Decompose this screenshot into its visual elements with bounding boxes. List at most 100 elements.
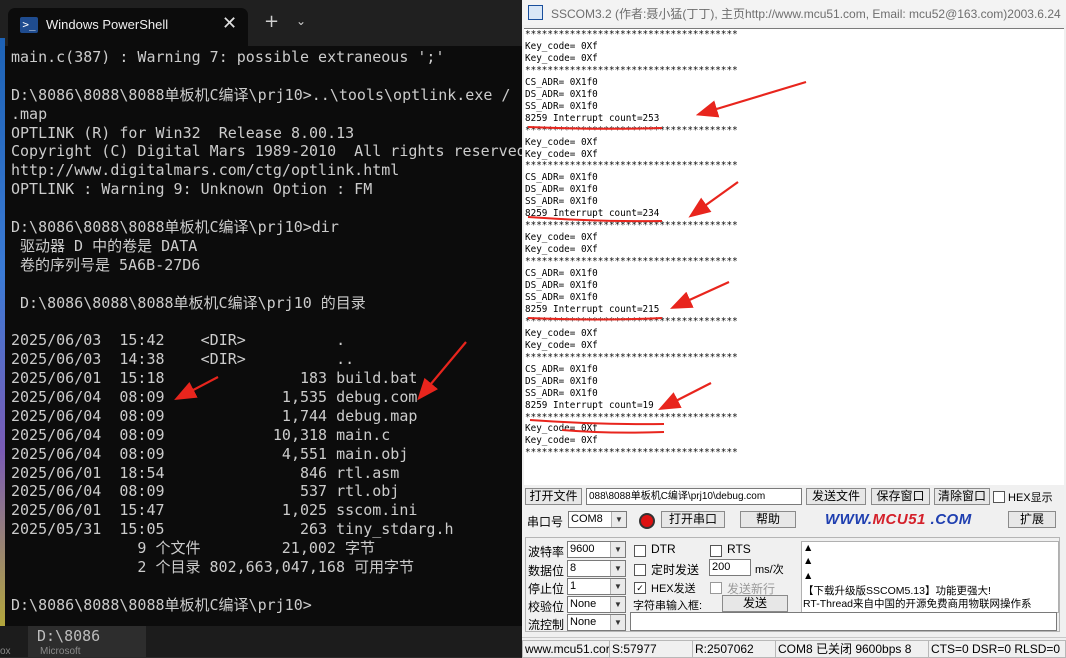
taskbar-thumbnail-text: D:\8086 [37, 627, 101, 645]
terminal-line: 2025/06/03 14:38 <DIR> .. [11, 350, 355, 369]
receive-line: 8259 Interrupt count=253 [525, 112, 660, 124]
timed-send-label: 定时发送 [651, 563, 700, 577]
receive-line: Key_code= 0Xf [525, 339, 598, 351]
terminal-line: http://www.digitalmars.com/ctg/optlink.h… [11, 161, 400, 180]
receive-line: Key_code= 0Xf [525, 423, 598, 435]
send-file-button[interactable]: 发送文件 [806, 488, 866, 505]
receive-line: DS_ADR= 0X1f0 [525, 184, 598, 196]
send-button[interactable]: 发送 [722, 595, 788, 612]
receive-line: 8259 Interrupt count=234 [525, 208, 660, 220]
hex-send-checkbox[interactable]: ✓ [634, 582, 646, 594]
receive-line: ************************************** [525, 160, 738, 172]
save-window-button[interactable]: 保存窗口 [871, 488, 930, 505]
receive-line: ************************************** [525, 351, 738, 363]
send-input[interactable] [630, 612, 1057, 631]
news-arrow-up-icon-2: ▲ [803, 555, 814, 567]
receive-line: ************************************** [525, 315, 738, 327]
receive-line: SS_ADR= 0X1f0 [525, 291, 598, 303]
receive-line: SS_ADR= 0X1f0 [525, 387, 598, 399]
clear-window-button[interactable]: 清除窗口 [934, 488, 990, 505]
status-sent: S:57977 [609, 640, 693, 658]
tab-bar: >_ Windows PowerShell ✕ + ⌄ [0, 0, 522, 46]
receive-line: ************************************** [525, 411, 738, 423]
receive-line: Key_code= 0Xf [525, 40, 598, 52]
dtr-checkbox[interactable] [634, 545, 646, 557]
baud-value: 9600 [570, 543, 595, 555]
chevron-down-icon: ▼ [610, 561, 625, 576]
terminal-line: 2025/06/01 15:18 183 build.bat [11, 369, 418, 388]
logo-mcu: MCU51 [872, 511, 926, 528]
receive-line: Key_code= 0Xf [525, 435, 598, 447]
receive-area[interactable]: ************************************** Ke… [524, 28, 1064, 485]
flow-select[interactable]: None ▼ [567, 614, 626, 631]
rts-checkbox[interactable] [710, 545, 722, 557]
expand-button[interactable]: 扩展 [1008, 511, 1056, 528]
receive-line: Key_code= 0Xf [525, 52, 598, 64]
news-arrow-down-icon: ▲ [803, 570, 814, 582]
window-title: SSCOM3.2 (作者:聂小猛(丁丁), 主页http://www.mcu51… [551, 7, 1061, 21]
logo-suffix: .COM [925, 511, 972, 528]
receive-line: CS_ADR= 0X1f0 [525, 76, 598, 88]
status-bar: www.mcu51.cor S:57977 R:2507062 COM8 已关闭… [522, 637, 1066, 658]
dtr-label: DTR [651, 542, 676, 556]
chevron-down-icon[interactable]: ⌄ [296, 14, 306, 28]
terminal-output[interactable]: main.c(387) : Warning 7: possible extran… [11, 48, 522, 628]
stopbits-select[interactable]: 1 ▼ [567, 578, 626, 595]
terminal-line: 2025/06/03 15:42 <DIR> . [11, 331, 346, 350]
port-select[interactable]: COM8 ▼ [568, 511, 627, 528]
terminal-line: 2025/06/04 08:09 10,318 main.c [11, 425, 391, 444]
parity-label: 校验位 [528, 600, 565, 614]
parity-select[interactable]: None ▼ [567, 596, 626, 613]
close-tab-icon[interactable]: ✕ [222, 13, 237, 34]
flow-label: 流控制 [528, 618, 565, 632]
receive-line: ************************************** [525, 124, 738, 136]
open-file-button[interactable]: 打开文件 [525, 488, 582, 505]
chevron-down-icon: ▼ [610, 615, 625, 630]
new-tab-button[interactable]: + [264, 13, 279, 31]
logo-prefix: WWW. [825, 511, 873, 528]
help-button[interactable]: 帮助 [740, 511, 796, 528]
terminal-line: main.c(387) : Warning 7: possible extran… [11, 48, 445, 66]
mcu51-logo[interactable]: WWW.MCU51 .COM [825, 511, 972, 528]
hex-display-checkbox[interactable] [993, 491, 1005, 503]
news-panel[interactable]: ▲ ▲ ▲ 【下载升级版SSCOM5.13】功能更强大! RT-Thread来自… [801, 541, 1059, 613]
baud-select[interactable]: 9600 ▼ [567, 541, 626, 558]
terminal-icon: >_ [20, 17, 38, 33]
port-label: 串口号 [527, 515, 564, 529]
receive-line: 8259 Interrupt count=19 [525, 399, 654, 411]
status-site: www.mcu51.cor [522, 640, 610, 658]
databits-select[interactable]: 8 ▼ [567, 560, 626, 577]
terminal-line: 2025/05/31 15:05 263 tiny_stdarg.h [11, 520, 454, 539]
terminal-line: D:\8086\8088\8088单板机C编译\prj10> [11, 595, 312, 614]
tab-powershell[interactable]: >_ Windows PowerShell ✕ [8, 8, 248, 46]
receive-line: Key_code= 0Xf [525, 232, 598, 244]
receive-line: SS_ADR= 0X1f0 [525, 100, 598, 112]
terminal-line: Copyright (C) Digital Mars 1989-2010 All… [11, 142, 522, 161]
terminal-line: 2025/06/01 18:54 846 rtl.asm [11, 463, 400, 482]
timed-send-checkbox[interactable] [634, 564, 646, 576]
news-line-2[interactable]: RT-Thread来自中国的开源免费商用物联网操作系 [803, 596, 1032, 611]
file-path-field[interactable]: 088\8088单板机C编译\prj10\debug.com [586, 488, 802, 505]
desktop-wallpaper-edge [0, 38, 5, 628]
terminal-line: 2025/06/04 08:09 1,744 debug.map [11, 406, 418, 425]
record-icon [639, 513, 655, 529]
baud-label: 波特率 [528, 545, 565, 559]
open-port-button[interactable]: 打开串口 [661, 511, 725, 528]
receive-line: Key_code= 0Xf [525, 327, 598, 339]
status-lines: CTS=0 DSR=0 RLSD=0 [928, 640, 1066, 658]
receive-line: CS_ADR= 0X1f0 [525, 363, 598, 375]
port-value: COM8 [571, 513, 603, 525]
send-newline-checkbox[interactable] [710, 582, 722, 594]
string-input-label: 字符串输入框: [633, 600, 703, 612]
parity-value: None [570, 598, 597, 610]
terminal-line: 2 个目录 802,663,047,168 可用字节 [11, 558, 415, 577]
taskbar-edge-text: ox [0, 646, 11, 657]
receive-line: Key_code= 0Xf [525, 148, 598, 160]
receive-line: DS_ADR= 0X1f0 [525, 88, 598, 100]
receive-line: SS_ADR= 0X1f0 [525, 196, 598, 208]
interval-field[interactable]: 200 [709, 559, 751, 576]
receive-line: DS_ADR= 0X1f0 [525, 375, 598, 387]
rts-label: RTS [727, 542, 751, 556]
taskbar-thumbnail-subtext: Microsoft [40, 646, 81, 657]
